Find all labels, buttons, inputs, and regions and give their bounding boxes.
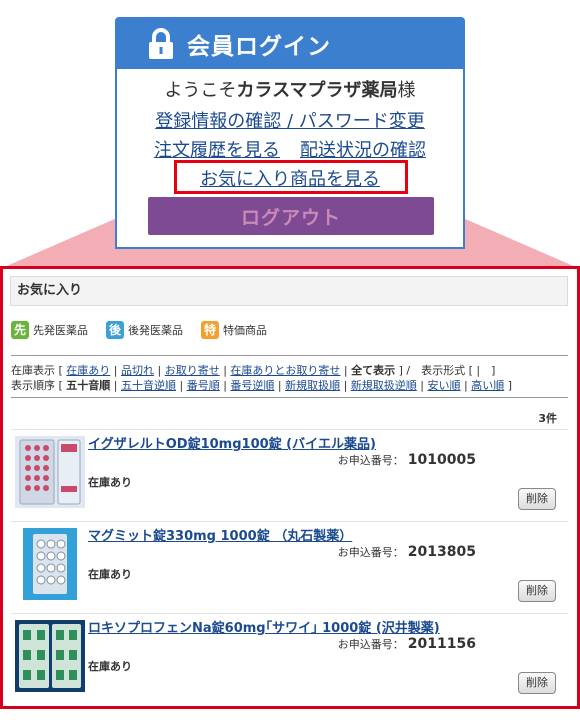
account-settings-link[interactable]: 登録情報の確認 / パスワード変更 (117, 107, 463, 133)
member-login-panel: 会員ログイン ようこそカラスマプラザ薬局様 登録情報の確認 / パスワード変更 … (115, 17, 465, 249)
user-name: カラスマプラザ薬局 (236, 80, 398, 101)
delete-button[interactable]: 削除 (518, 672, 556, 694)
delete-button[interactable]: 削除 (518, 488, 556, 510)
login-title: 会員ログイン (187, 34, 331, 60)
sort-new[interactable]: 新規取扱順 (285, 379, 340, 392)
favorites-title: お気に入り (10, 276, 568, 306)
product-image (15, 620, 85, 692)
order-number: お申込番号： 2011156 (337, 636, 476, 652)
sort-cheap[interactable]: 安い順 (428, 379, 461, 392)
filter-in-stock[interactable]: 在庫あり (66, 364, 110, 377)
delete-button[interactable]: 削除 (518, 580, 556, 602)
divider (11, 355, 568, 356)
sort-kana-desc[interactable]: 五十音逆順 (121, 379, 176, 392)
filter-in-stock-backorder[interactable]: 在庫ありとお取り寄せ (230, 364, 340, 377)
order-history-link[interactable]: 注文履歴を見る (154, 140, 280, 161)
legend-generic: 後 後発医薬品 (106, 321, 183, 339)
product-name-link[interactable]: ロキソプロフェンNa錠60mg｢サワイ｣ 1000錠 (沢井製薬) (88, 617, 440, 636)
legend-special: 特 特価商品 (201, 321, 267, 339)
favorites-highlight-box (174, 160, 408, 194)
sort-number[interactable]: 番号順 (187, 379, 220, 392)
welcome-message: ようこそカラスマプラザ薬局様 (164, 80, 416, 101)
sort-expensive[interactable]: 高い順 (471, 379, 504, 392)
brand-badge-icon: 先 (11, 321, 29, 339)
generic-badge-icon: 後 (106, 321, 124, 339)
filter-show-all[interactable]: 全て表示 (351, 364, 395, 377)
order-links-row: 注文履歴を見る 配送状況の確認 (117, 136, 463, 162)
stock-status: 在庫あり (88, 660, 132, 673)
sort-new-desc[interactable]: 新規取扱逆順 (351, 379, 417, 392)
product-image (15, 436, 85, 508)
product-type-legend: 先 先発医薬品 後 後発医薬品 特 特価商品 (11, 321, 285, 339)
result-count: 3件 (538, 412, 557, 425)
stock-status: 在庫あり (88, 568, 132, 581)
order-number: お申込番号： 2013805 (337, 544, 476, 560)
list-item: マグミット錠330mg 1000錠 （丸石製薬） お申込番号： 2013805 在… (11, 521, 568, 608)
order-number: お申込番号： 1010005 (337, 452, 476, 468)
product-name-link[interactable]: イグザレルトOD錠10mg100錠 (バイエル薬品) (88, 433, 376, 452)
shipping-status-link[interactable]: 配送状況の確認 (300, 140, 426, 161)
favorites-zoom-panel: お気に入り 先 先発医薬品 後 後発医薬品 特 特価商品 在庫表示 [ 在庫あり… (0, 266, 580, 709)
lock-icon (149, 28, 173, 59)
list-item: ロキソプロフェンNa錠60mg｢サワイ｣ 1000錠 (沢井製薬) お申込番号：… (11, 613, 568, 700)
filter-backorder[interactable]: お取り寄せ (165, 364, 220, 377)
sort-kana[interactable]: 五十音順 (66, 379, 110, 392)
login-header: 会員ログイン (117, 19, 463, 69)
filter-out-of-stock[interactable]: 品切れ (121, 364, 154, 377)
display-format: / 表示形式 [ (406, 364, 473, 377)
logout-button[interactable]: ログアウト (148, 197, 434, 235)
sort-order: 表示順序 [ 五十音順 | 五十音逆順 | 番号順 | 番号逆順 | 新規取扱順… (11, 379, 513, 392)
divider (11, 397, 568, 398)
stock-status: 在庫あり (88, 476, 132, 489)
sort-number-desc[interactable]: 番号逆順 (230, 379, 274, 392)
product-image (23, 528, 77, 600)
list-item: イグザレルトOD錠10mg100錠 (バイエル薬品) お申込番号： 1010005… (11, 429, 568, 516)
product-name-link[interactable]: マグミット錠330mg 1000錠 （丸石製薬） (88, 525, 352, 544)
special-badge-icon: 特 (201, 321, 219, 339)
legend-brand: 先 先発医薬品 (11, 321, 88, 339)
stock-filter: 在庫表示 [ 在庫あり | 品切れ | お取り寄せ | 在庫ありとお取り寄せ |… (11, 364, 496, 377)
